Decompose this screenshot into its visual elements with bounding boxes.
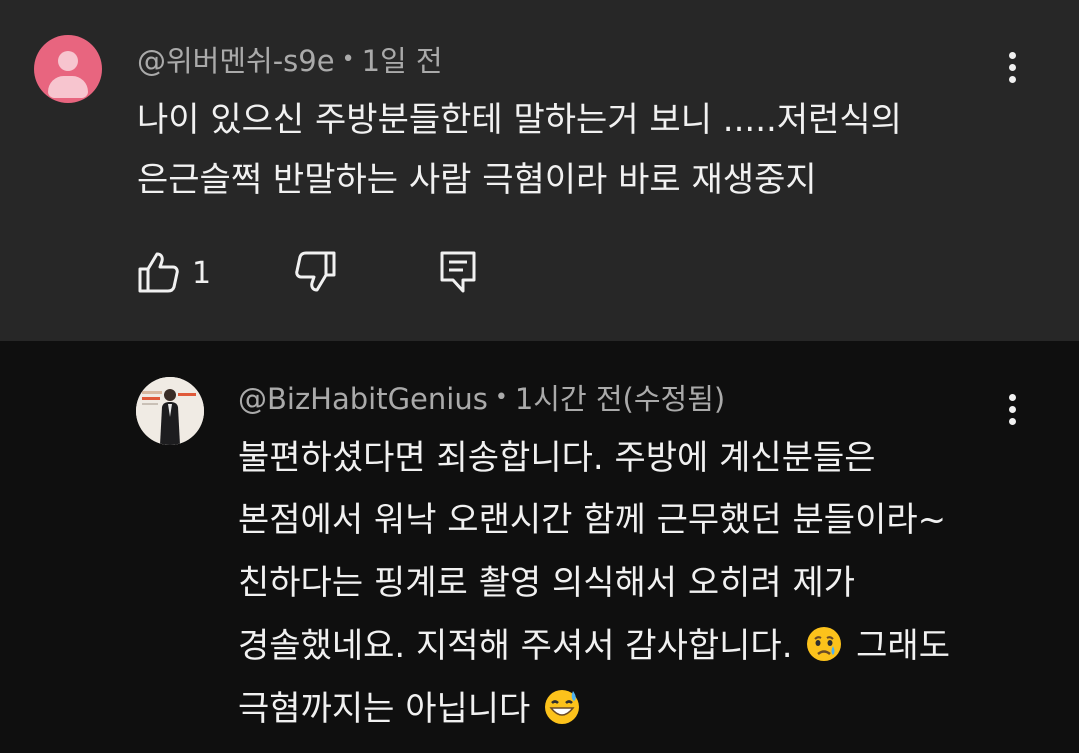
reply-author[interactable]: @BizHabitGenius — [238, 382, 488, 416]
more-dot — [1009, 52, 1016, 59]
reply-button[interactable] — [439, 250, 477, 298]
meta-separator: • — [494, 385, 508, 410]
more-dot — [1009, 418, 1016, 425]
reply-text-segment: 그래도 — [856, 626, 950, 666]
comment-time: 1일 전 — [361, 44, 443, 78]
more-dot — [1009, 76, 1016, 83]
like-button[interactable] — [137, 250, 179, 298]
more-options-button[interactable] — [998, 388, 1028, 432]
avatar[interactable] — [136, 377, 204, 445]
avatar[interactable] — [34, 35, 102, 103]
thumbs-down-icon — [295, 251, 336, 292]
crying-face-emoji — [807, 627, 842, 661]
reply-meta: @BizHabitGenius • 1시간 전(수정됨) — [238, 381, 725, 419]
comment-top: @위버멘쉬-s9e • 1일 전 나이 있으신 주방분들한테 말하는거 보니 ...… — [0, 0, 1079, 341]
meta-separator: • — [341, 47, 355, 72]
reply-text-segment: 경솔했네요. 지적해 주셔서 감사합니다. — [238, 626, 793, 666]
dislike-button[interactable] — [295, 250, 337, 298]
reply-time: 1시간 전(수정됨) — [514, 382, 726, 416]
comment-text-line: 나이 있으신 주방분들한테 말하는거 보니 .....저런식의 — [137, 100, 902, 140]
more-options-button[interactable] — [998, 46, 1028, 90]
reply-text-line: 친하다는 핑계로 촬영 의식해서 오히려 제가 — [238, 563, 856, 603]
more-dot — [1009, 406, 1016, 413]
comment-meta: @위버멘쉬-s9e • 1일 전 — [137, 43, 443, 81]
avatar-head-shape — [58, 51, 78, 71]
reply-text-line: 경솔했네요. 지적해 주셔서 감사합니다. 그래도 — [238, 616, 950, 676]
reply-text-line: 불편하셨다면 죄송합니다. 주방에 계신분들은 — [238, 438, 876, 478]
reply-text-line: 극혐까지는 아닙니다 — [238, 679, 583, 739]
comment-text-line: 은근슬쩍 반말하는 사람 극혐이라 바로 재생중지 — [137, 160, 817, 200]
comment-author[interactable]: @위버멘쉬-s9e — [137, 44, 335, 78]
sweat-smile-emoji — [545, 690, 580, 724]
like-count: 1 — [192, 256, 212, 291]
more-dot — [1009, 394, 1016, 401]
thumbs-up-icon — [138, 252, 179, 293]
more-dot — [1009, 64, 1016, 71]
channel-avatar-image — [136, 377, 204, 445]
reply-text-line: 본점에서 워낙 오랜시간 함께 근무했던 분들이라~ — [238, 500, 947, 540]
avatar-body-shape — [48, 76, 88, 98]
reply-text-segment: 극혐까지는 아닙니다 — [238, 689, 531, 729]
comment-reply-icon — [440, 251, 476, 293]
